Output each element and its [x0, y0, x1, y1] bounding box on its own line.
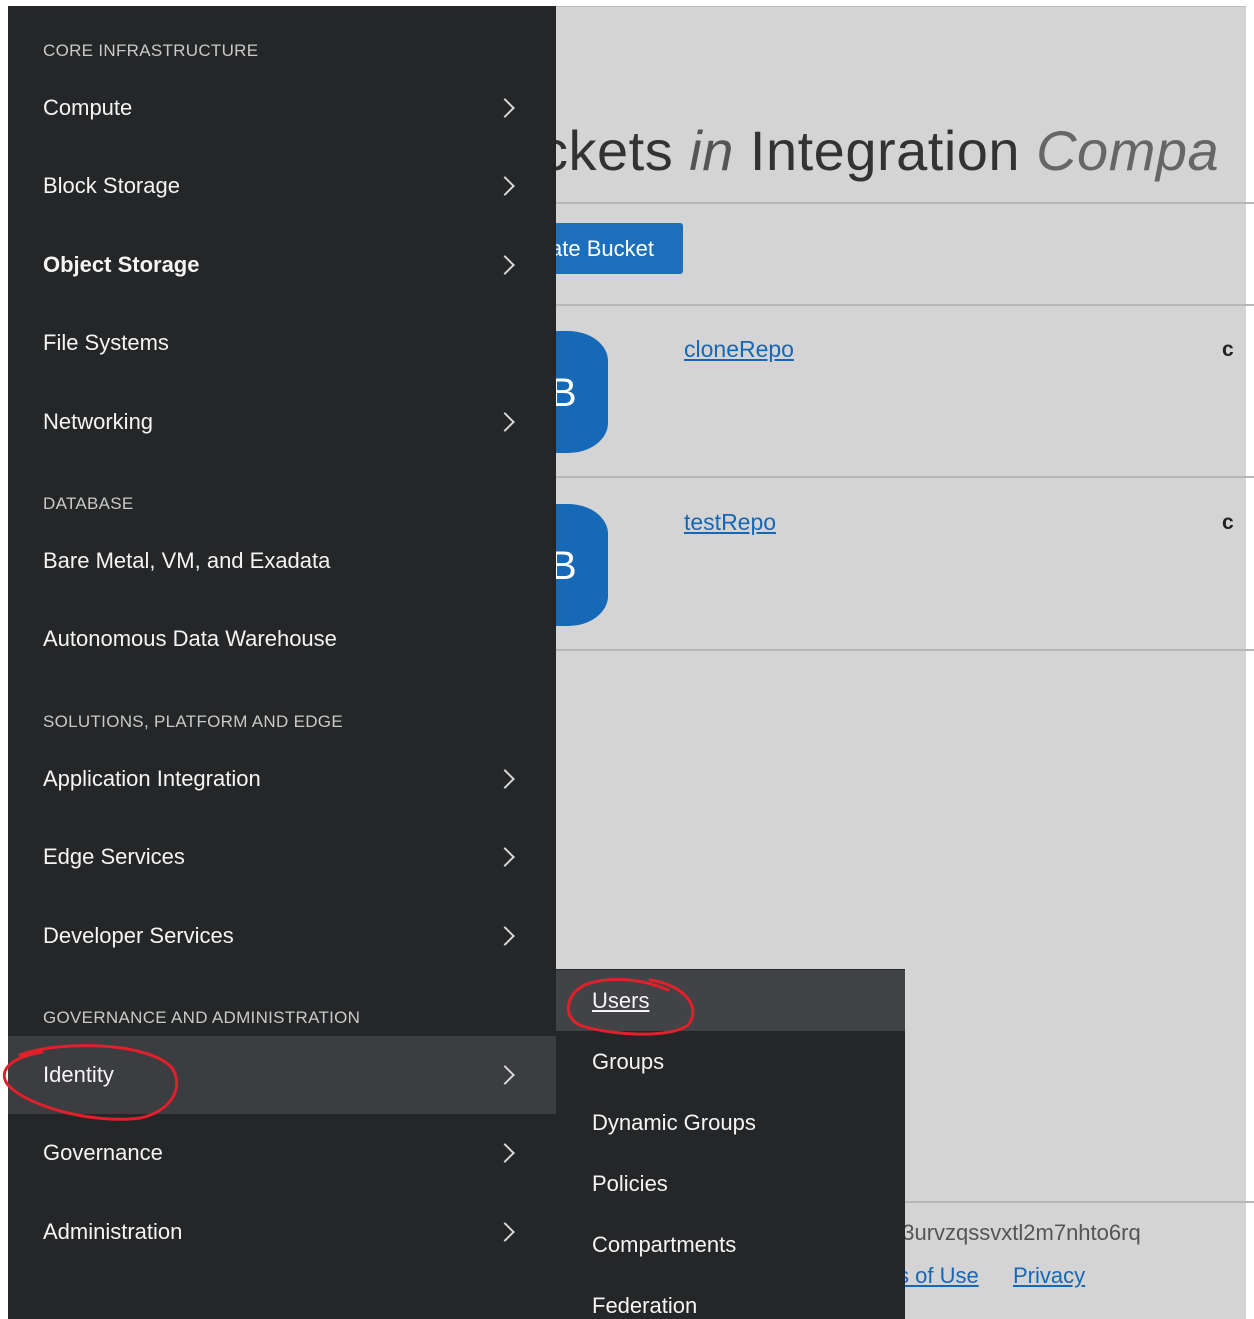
- title-part-in: in: [689, 119, 734, 182]
- page-title: ckets in Integration Compa: [540, 118, 1219, 183]
- chevron-right-icon: [495, 926, 515, 946]
- divider: [548, 304, 1254, 306]
- chevron-right-icon: [495, 176, 515, 196]
- footer-privacy-link[interactable]: Privacy: [1013, 1263, 1085, 1289]
- menu-item-label: Compute: [43, 95, 133, 120]
- menu-item-label: Autonomous Data Warehouse: [43, 626, 337, 651]
- footer-terms-link[interactable]: s of Use: [898, 1263, 979, 1289]
- menu-item-label: Edge Services: [43, 844, 185, 869]
- section-solutions-platform-edge: SOLUTIONS, PLATFORM AND EDGE: [43, 712, 343, 731]
- create-bucket-button[interactable]: ate Bucket: [540, 223, 683, 274]
- submenu-item-label: Compartments: [592, 1231, 737, 1257]
- submenu-item-groups[interactable]: Groups: [556, 1031, 905, 1092]
- chevron-right-icon: [495, 769, 515, 789]
- title-part-integration: Integration: [733, 119, 1037, 182]
- title-part-compartment: Compa: [1036, 119, 1220, 182]
- chevron-right-icon: [495, 255, 515, 275]
- menu-item-developer-services[interactable]: Developer Services: [8, 897, 556, 975]
- bucket-status-col: c: [1222, 338, 1234, 361]
- menu-item-label: File Systems: [43, 330, 169, 355]
- menu-item-block-storage[interactable]: Block Storage: [8, 147, 556, 225]
- menu-item-file-systems[interactable]: File Systems: [8, 304, 556, 382]
- chevron-right-icon: [495, 847, 515, 867]
- navigation-menu: CORE INFRASTRUCTURE Compute Block Storag…: [8, 6, 556, 1319]
- identity-submenu: Users Groups Dynamic Groups Policies Com…: [556, 969, 905, 1319]
- menu-item-bare-metal[interactable]: Bare Metal, VM, and Exadata: [8, 522, 556, 600]
- menu-item-autonomous-data-warehouse[interactable]: Autonomous Data Warehouse: [8, 600, 556, 678]
- chevron-right-icon: [495, 1222, 515, 1242]
- submenu-item-label: Dynamic Groups: [592, 1109, 756, 1135]
- section-database: DATABASE: [43, 494, 134, 513]
- menu-item-label: Block Storage: [43, 173, 180, 198]
- menu-item-label: Developer Services: [43, 923, 234, 948]
- bucket-link-clonerepo[interactable]: cloneRepo: [684, 336, 794, 363]
- divider: [548, 649, 1254, 651]
- menu-item-compute[interactable]: Compute: [8, 69, 556, 147]
- menu-item-label: Bare Metal, VM, and Exadata: [43, 548, 331, 573]
- submenu-item-label: Users: [592, 987, 650, 1013]
- submenu-item-federation[interactable]: Federation: [556, 1275, 905, 1319]
- section-governance-administration: GOVERNANCE AND ADMINISTRATION: [43, 1008, 361, 1027]
- divider: [548, 202, 1254, 204]
- menu-item-administration[interactable]: Administration: [8, 1193, 556, 1271]
- submenu-item-users[interactable]: Users: [556, 970, 905, 1031]
- menu-item-governance[interactable]: Governance: [8, 1114, 556, 1192]
- menu-item-label: Application Integration: [43, 766, 261, 791]
- menu-item-label: Governance: [43, 1140, 163, 1165]
- submenu-item-policies[interactable]: Policies: [556, 1153, 905, 1214]
- menu-item-edge-services[interactable]: Edge Services: [8, 818, 556, 896]
- submenu-item-label: Groups: [592, 1048, 665, 1074]
- menu-item-application-integration[interactable]: Application Integration: [8, 740, 556, 818]
- menu-item-networking[interactable]: Networking: [8, 383, 556, 461]
- menu-item-label: Object Storage: [43, 252, 200, 277]
- submenu-item-label: Policies: [592, 1170, 668, 1196]
- section-core-infrastructure: CORE INFRASTRUCTURE: [43, 41, 259, 60]
- chevron-right-icon: [495, 1143, 515, 1163]
- footer-tenancy-id: 63urvzqssvxtl2m7nhto6rq: [890, 1220, 1141, 1245]
- menu-item-label: Administration: [43, 1219, 183, 1244]
- submenu-item-label: Federation: [592, 1292, 698, 1318]
- submenu-item-compartments[interactable]: Compartments: [556, 1214, 905, 1275]
- title-part-buckets: ckets: [540, 119, 690, 182]
- menu-item-identity[interactable]: Identity: [8, 1036, 556, 1114]
- bucket-link-testrepo[interactable]: testRepo: [684, 509, 776, 536]
- chevron-right-icon: [495, 98, 515, 118]
- menu-item-object-storage[interactable]: Object Storage: [8, 226, 556, 304]
- menu-item-label: Identity: [43, 1062, 114, 1087]
- divider: [548, 476, 1254, 478]
- menu-item-label: Networking: [43, 409, 154, 434]
- bucket-status-col: c: [1222, 511, 1234, 534]
- submenu-item-dynamic-groups[interactable]: Dynamic Groups: [556, 1092, 905, 1153]
- chevron-right-icon: [495, 412, 515, 432]
- chevron-right-icon: [495, 1065, 515, 1085]
